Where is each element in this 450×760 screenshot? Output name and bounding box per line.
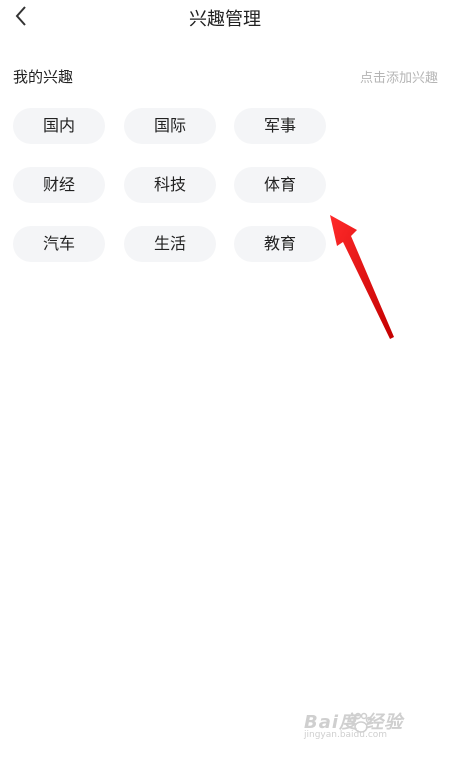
interest-tag[interactable]: 财经 xyxy=(13,167,105,203)
interest-tag[interactable]: 教育 xyxy=(234,226,326,262)
section-header: 我的兴趣 点击添加兴趣 xyxy=(13,66,438,88)
interest-tag[interactable]: 汽车 xyxy=(13,226,105,262)
interest-tag[interactable]: 体育 xyxy=(234,167,326,203)
interest-tag[interactable]: 生活 xyxy=(124,226,216,262)
interest-tag[interactable]: 国内 xyxy=(13,108,105,144)
watermark: Bai度 经验 jingyan.baidu.com xyxy=(304,708,424,748)
section-title: 我的兴趣 xyxy=(13,68,74,86)
interest-tag[interactable]: 国际 xyxy=(124,108,216,144)
add-interest-link[interactable]: 点击添加兴趣 xyxy=(360,67,438,86)
page-title: 兴趣管理 xyxy=(189,9,261,30)
interest-tag[interactable]: 军事 xyxy=(234,108,326,144)
watermark-url: jingyan.baidu.com xyxy=(304,730,388,740)
top-bar: 兴趣管理 xyxy=(0,0,450,34)
interest-tag[interactable]: 科技 xyxy=(124,167,216,203)
